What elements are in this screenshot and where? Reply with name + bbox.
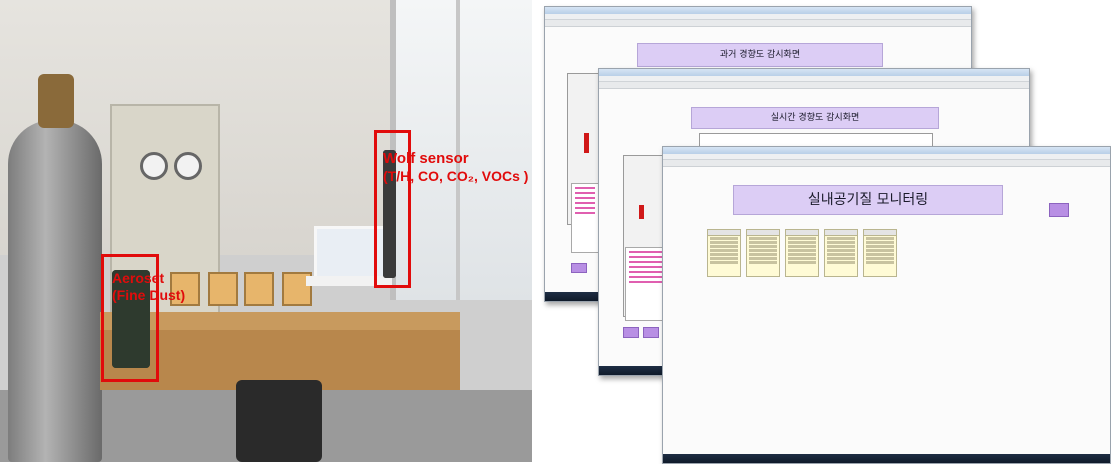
past-trend-title: 과거 경향도 감시화면 (637, 43, 883, 67)
window-titlebar (599, 69, 1029, 76)
sensor-reading-table (707, 229, 741, 277)
level-bar (584, 133, 589, 153)
wolf-sensor-label: Wolf sensor (T/H, CO, CO₂, VOCs ) (383, 150, 528, 278)
sensor-reading-table (824, 229, 858, 277)
sensor-unit (208, 272, 238, 306)
alarm-list (571, 183, 599, 253)
wolf-sensor-label-line2: (T/H, CO, CO₂, VOCs ) (383, 168, 528, 185)
realtime-trend-title: 실시간 경향도 감시화면 (691, 107, 939, 129)
sensor-reading-table (863, 229, 897, 277)
aeroset-label-line2: (Fine Dust) (112, 286, 186, 303)
wolf-sensor-label-line1: Wolf sensor (383, 150, 469, 167)
action-button[interactable] (571, 263, 587, 273)
sensor-reading-table (785, 229, 819, 277)
action-button[interactable] (623, 327, 639, 338)
pressure-gauge (174, 152, 202, 180)
window-toolbar (663, 160, 1110, 167)
indoor-air-monitor-window: 실내공기질 모니터링 (662, 146, 1111, 464)
window-toolbar (599, 82, 1029, 89)
action-button[interactable] (1049, 203, 1069, 217)
gas-regulator (38, 74, 74, 128)
pressure-gauge (140, 152, 168, 180)
window-titlebar (663, 147, 1110, 154)
level-bar (639, 205, 644, 219)
action-button[interactable] (643, 327, 659, 338)
alarm-list (625, 247, 667, 321)
window-toolbar (545, 20, 971, 27)
gas-cylinder (8, 120, 102, 462)
lab-photo: Wolf sensor (T/H, CO, CO₂, VOCs ) Aerose… (0, 0, 532, 462)
aeroset-label-line1: Aeroset (112, 270, 165, 286)
aeroset-label: Aeroset (Fine Dust) (112, 270, 186, 368)
indoor-air-title: 실내공기질 모니터링 (733, 185, 1003, 215)
sensor-reading-table (746, 229, 780, 277)
window-titlebar (545, 7, 971, 14)
sensor-unit (244, 272, 274, 306)
lab-machine (236, 380, 322, 462)
